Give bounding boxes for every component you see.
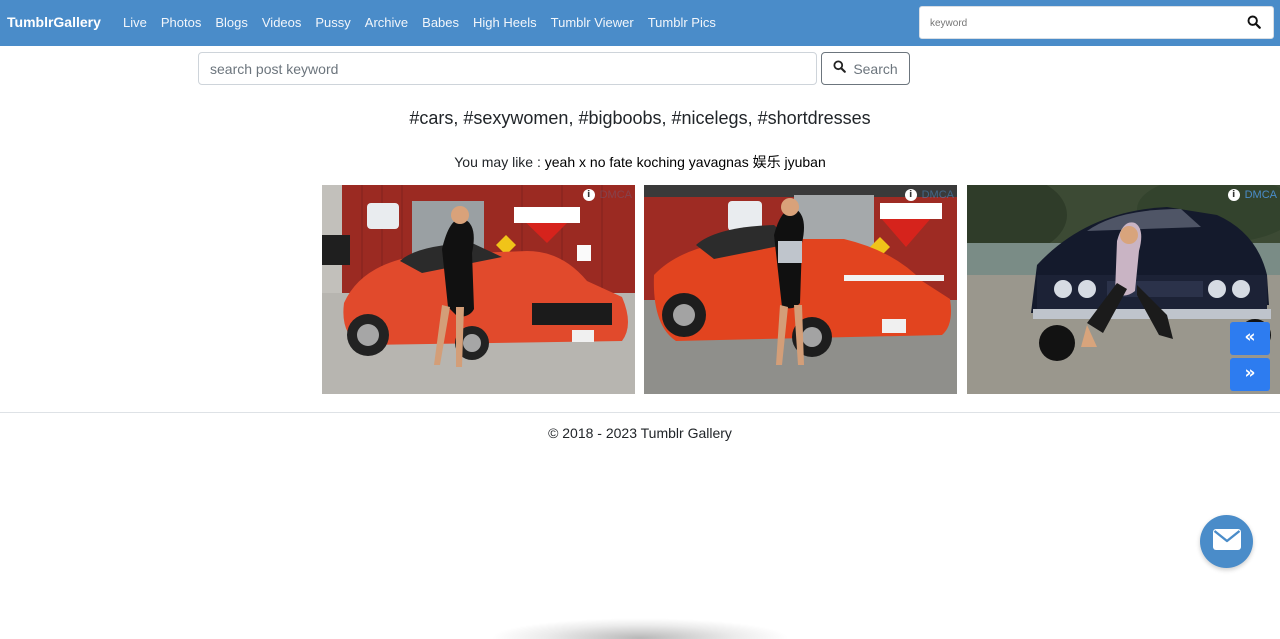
nav-links: Live Photos Blogs Videos Pussy Archive B… [123,15,716,30]
nav-link-tumblr-viewer[interactable]: Tumblr Viewer [551,15,634,30]
copyright-text: © 2018 - 2023 Tumblr Gallery [548,425,732,441]
nav-link-archive[interactable]: Archive [365,15,408,30]
post-search-input[interactable] [198,52,817,85]
suggestion-link[interactable]: 娱乐 [753,154,781,170]
footer-divider [0,412,1280,413]
post-tags: #cars, #sexywomen, #bigboobs, #nicelegs,… [409,108,871,128]
nav-link-tumblr-pics[interactable]: Tumblr Pics [648,15,716,30]
suggestion-link[interactable]: no fate [590,154,633,170]
nav-link-videos[interactable]: Videos [262,15,302,30]
dmca-badge[interactable]: i DMCA [1227,189,1277,201]
dmca-badge[interactable]: i DMCA [582,189,632,201]
nav-link-babes[interactable]: Babes [422,15,459,30]
suggestion-link[interactable]: jyuban [785,154,826,170]
post-search-button[interactable]: Search [821,52,910,85]
dmca-badge[interactable]: i DMCA [904,189,954,201]
dmca-label: DMCA [1244,189,1277,201]
suggestion-link[interactable]: yeah x [545,154,586,170]
nav-link-photos[interactable]: Photos [161,15,201,30]
dmca-label: DMCA [921,189,954,201]
double-chevron-right-icon[interactable]: » [1230,358,1270,391]
info-icon: i [904,189,917,201]
info-icon: i [1227,189,1240,201]
brand-logo[interactable]: TumblrGallery [7,14,101,30]
post-search-button-label: Search [853,60,898,77]
nav-link-high-heels[interactable]: High Heels [473,15,537,30]
contact-button[interactable] [1200,515,1253,568]
nav-link-live[interactable]: Live [123,15,147,30]
nav-link-blogs[interactable]: Blogs [215,15,248,30]
suggestion-link[interactable]: yavagnas [689,154,749,170]
search-icon[interactable] [1247,15,1263,31]
dmca-label: DMCA [599,189,632,201]
envelope-icon [1212,528,1241,555]
info-icon: i [582,189,595,201]
nav-search-input[interactable] [930,15,1230,31]
gallery-image-card[interactable]: i DMCA [322,185,635,394]
nav-link-pussy[interactable]: Pussy [315,15,350,30]
top-navbar: TumblrGallery Live Photos Blogs Videos P… [0,0,1280,46]
gallery-photo [644,185,957,394]
gallery-photo [322,185,635,394]
you-may-like-label: You may like : [454,154,541,170]
double-chevron-left-icon[interactable]: « [1230,322,1270,355]
gallery-image-card[interactable]: i DMCA [644,185,957,394]
suggestion-link[interactable]: koching [637,154,685,170]
bottom-overlay-shadow [490,618,790,639]
search-icon [833,59,847,78]
nav-search-box [919,6,1274,39]
you-may-like: You may like : yeah x no fate koching ya… [0,152,1280,172]
